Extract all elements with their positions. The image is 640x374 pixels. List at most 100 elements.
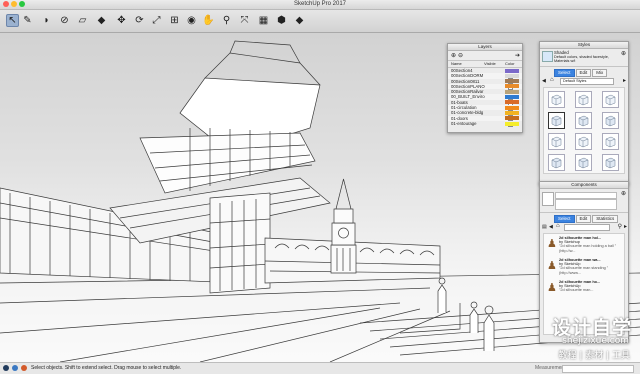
share-model-tool[interactable]: ◆: [293, 14, 306, 27]
styles-tab-edit[interactable]: Edit: [575, 69, 592, 77]
move-tool[interactable]: ✥: [115, 14, 128, 27]
layer-color-swatch[interactable]: [505, 89, 519, 94]
person-silhouette-icon: ♟: [547, 260, 557, 272]
styles-collection-bar: ◀ ⌂ Default Styles ▸: [540, 77, 628, 85]
components-tabs: Select Edit Statistics: [540, 213, 628, 223]
zoom-extents-tool[interactable]: ⤧: [238, 14, 251, 27]
style-thumbnail-cell[interactable]: [575, 91, 592, 108]
pencil-tool[interactable]: ✎: [21, 14, 34, 27]
layers-col-name: Name: [451, 61, 462, 66]
components-search-input[interactable]: [564, 224, 610, 231]
layer-color-swatch[interactable]: [505, 95, 519, 100]
components-view-icon[interactable]: ▤: [542, 224, 547, 230]
measurements-input[interactable]: [562, 365, 634, 373]
components-home-icon[interactable]: ⌂: [556, 223, 560, 229]
style-thumbnail: [542, 51, 553, 62]
scale-tool[interactable]: ⤢: [150, 14, 163, 27]
styles-tab-mix[interactable]: Mix: [592, 69, 608, 77]
layer-color-swatch[interactable]: [505, 121, 519, 126]
styles-collection-select[interactable]: Default Styles: [560, 78, 614, 85]
component-desc-field[interactable]: [555, 199, 617, 210]
component-list-item[interactable]: ♟ 2d silhouette man wa... by SketchUp "2d s…: [546, 258, 616, 275]
components-back-icon[interactable]: ◀: [549, 224, 553, 230]
layer-color-swatch[interactable]: [505, 110, 519, 115]
components-tab-edit[interactable]: Edit: [575, 215, 592, 223]
style-thumbnail-cell[interactable]: [548, 91, 565, 108]
layer-color-swatch[interactable]: [505, 73, 519, 78]
offset-tool[interactable]: ⊘: [58, 14, 71, 27]
component-name-field[interactable]: [555, 192, 617, 199]
component-list-item[interactable]: ♟ 2d silhouette man ho... by SketchUp "2d s…: [546, 280, 616, 297]
add-layer-icon[interactable]: ⊕: [451, 52, 456, 59]
style-thumbnail-cell[interactable]: [602, 133, 619, 150]
zoom-tool[interactable]: ⚲: [220, 14, 233, 27]
styles-panel: Styles Shaded Default colors, shaded fac…: [539, 41, 629, 185]
window-title: SketchUp Pro 2017: [293, 1, 347, 7]
layers-panel-title: Layers: [448, 44, 522, 51]
layer-color-swatch[interactable]: [505, 68, 519, 73]
person-silhouette-icon: ♟: [547, 238, 557, 250]
layer-color-swatch[interactable]: [505, 105, 519, 110]
components-tab-statistics[interactable]: Statistics: [592, 215, 619, 223]
layers-list: 00Section4 00SectionDORM 00Section0811 00Se…: [448, 68, 522, 127]
layers-panel: Layers ⊕ ⊖ ➔ Name Visible Color 00Sectio…: [447, 43, 523, 133]
layer-row[interactable]: 01-entourage✓: [448, 120, 522, 127]
style-thumbnail-cell[interactable]: [602, 112, 619, 129]
style-thumbnail-cell[interactable]: [575, 133, 592, 150]
components-panel-title: Components: [540, 182, 628, 189]
style-thumbnail-cell[interactable]: [602, 91, 619, 108]
orbit-tool[interactable]: ◉: [185, 14, 198, 27]
layer-color-swatch[interactable]: [505, 116, 519, 121]
styles-grid: [543, 87, 625, 174]
style-thumbnail-cell[interactable]: [575, 154, 592, 171]
delete-layer-icon[interactable]: ⊖: [458, 52, 463, 59]
components-search-icon[interactable]: ⚲: [618, 223, 622, 230]
layer-color-swatch[interactable]: [505, 79, 519, 84]
status-credits-icon[interactable]: [21, 365, 27, 371]
layer-details-icon[interactable]: ➔: [515, 52, 520, 59]
styles-tab-select[interactable]: Select: [554, 69, 575, 77]
style-thumbnail-cell[interactable]: [548, 112, 565, 129]
style-thumbnail-cell[interactable]: [575, 112, 592, 129]
styles-home-icon[interactable]: ⌂: [550, 77, 554, 83]
window-titlebar: SketchUp Pro 2017: [0, 0, 640, 10]
select-tool[interactable]: ↖: [6, 14, 19, 27]
watermark-url: shejizixue.com: [562, 336, 629, 346]
status-info-icon[interactable]: [3, 365, 9, 371]
styles-back-icon[interactable]: ◀: [542, 78, 546, 84]
create-component-icon[interactable]: ⊕: [621, 190, 626, 197]
style-thumbnail-cell[interactable]: [602, 154, 619, 171]
watermark-tagline: 教程 | 素材 | 工具: [558, 351, 630, 361]
eraser-tool[interactable]: ▱: [76, 14, 89, 27]
styles-tabs: Select Edit Mix: [540, 67, 628, 77]
main-toolbar: ↖ ✎ ◗ ⊘ ▱ ◆ ✥ ⟳ ⤢ ⊞ ◉ ✋ ⚲ ⤧ ▦ ⬢ ◆: [0, 10, 640, 33]
layers-col-visible: Visible: [484, 61, 496, 66]
rotate-tool[interactable]: ⟳: [133, 14, 146, 27]
layer-color-swatch[interactable]: [505, 84, 519, 89]
paint-bucket-tool[interactable]: ◗: [40, 14, 53, 27]
style-thumbnail-cell[interactable]: [548, 154, 565, 171]
extension-warehouse-tool[interactable]: ⬢: [275, 14, 288, 27]
layers-header: Name Visible Color: [448, 61, 522, 68]
status-geolocation-icon[interactable]: [12, 365, 18, 371]
component-thumbnail: [542, 192, 554, 206]
layer-color-swatch[interactable]: [505, 100, 519, 105]
component-item-desc: "2d silhouette man standing " (http://ww…: [559, 266, 609, 275]
person-silhouette-icon: ♟: [547, 282, 557, 294]
push-pull-tool[interactable]: ◆: [95, 14, 108, 27]
warehouse-tool[interactable]: ▦: [257, 14, 270, 27]
styles-panel-title: Styles: [540, 42, 628, 49]
status-bar: Select objects. Shift to extend select. …: [0, 362, 640, 374]
style-thumbnail-cell[interactable]: [548, 133, 565, 150]
model-viewport[interactable]: Layers ⊕ ⊖ ➔ Name Visible Color 00Sectio…: [0, 33, 640, 362]
layers-toolbar: ⊕ ⊖ ➔: [448, 51, 522, 61]
component-list-item[interactable]: ♟ 2d silhouette man hol... by Sketchup "2d …: [546, 236, 616, 253]
tape-measure-tool[interactable]: ⊞: [168, 14, 181, 27]
create-style-icon[interactable]: ⊕: [621, 50, 626, 57]
styles-details-icon[interactable]: ▸: [623, 77, 626, 84]
components-tab-select[interactable]: Select: [554, 215, 575, 223]
layer-name: 01-entourage: [451, 120, 477, 126]
components-details-icon[interactable]: ▸: [624, 223, 627, 230]
status-message: Select objects. Shift to extend select. …: [31, 365, 182, 371]
pan-tool[interactable]: ✋: [202, 14, 215, 27]
